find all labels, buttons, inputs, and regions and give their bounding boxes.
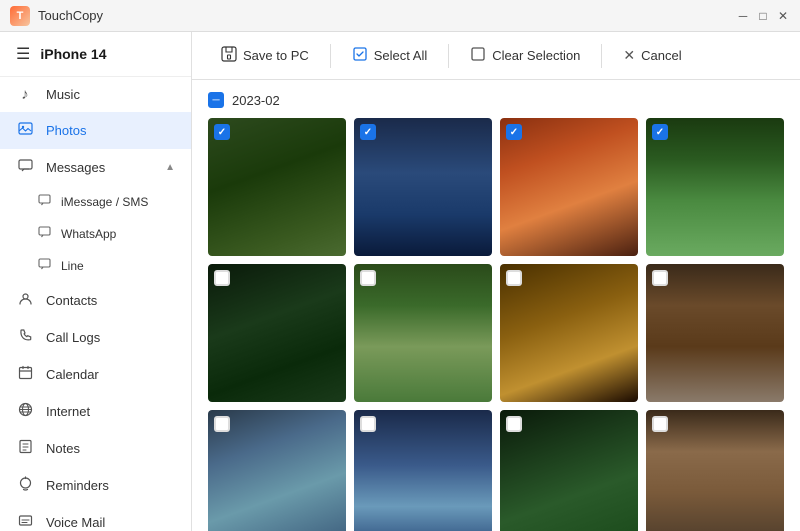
date-label: 2023-02 (232, 93, 280, 108)
photo-checkbox-12[interactable] (652, 416, 668, 432)
photo-cell-3[interactable] (500, 118, 638, 256)
photo-cell-9[interactable] (208, 410, 346, 531)
toolbar-separator-2 (448, 44, 449, 68)
clear-selection-label: Clear Selection (492, 48, 580, 63)
date-header: ─ 2023-02 (208, 92, 784, 108)
photo-cell-5[interactable] (208, 264, 346, 402)
sidebar: ☰ iPhone 14 ♪ Music Photos Messages ▲ iM… (0, 32, 192, 531)
photo-checkbox-7[interactable] (506, 270, 522, 286)
contacts-label: Contacts (46, 293, 175, 308)
calllogs-label: Call Logs (46, 330, 175, 345)
sidebar-header: ☰ iPhone 14 (0, 32, 191, 77)
clear-selection-icon (470, 46, 486, 65)
sidebar-item-reminders[interactable]: Reminders (0, 467, 191, 504)
date-group-checkbox[interactable]: ─ (208, 92, 224, 108)
titlebar: T TouchCopy ─ □ ✕ (0, 0, 800, 32)
sidebar-item-photos[interactable]: Photos (0, 112, 191, 149)
select-all-icon (352, 46, 368, 65)
messages-icon (16, 158, 34, 177)
select-all-label: Select All (374, 48, 427, 63)
toolbar-separator-1 (330, 44, 331, 68)
photo-checkbox-10[interactable] (360, 416, 376, 432)
sidebar-item-internet[interactable]: Internet (0, 393, 191, 430)
calllogs-icon (16, 328, 34, 347)
photo-cell-11[interactable] (500, 410, 638, 531)
whatsapp-icon (38, 226, 51, 242)
sidebar-item-calllogs[interactable]: Call Logs (0, 319, 191, 356)
photos-icon (16, 121, 34, 140)
photo-checkbox-11[interactable] (506, 416, 522, 432)
cancel-label: Cancel (641, 48, 681, 63)
photo-checkbox-5[interactable] (214, 270, 230, 286)
photo-checkbox-8[interactable] (652, 270, 668, 286)
toolbar: Save to PC Select All Clear Selection ✕ … (192, 32, 800, 80)
chevron-up-icon: ▲ (165, 162, 175, 173)
voicemail-icon (16, 513, 34, 531)
reminders-icon (16, 476, 34, 495)
notes-icon (16, 439, 34, 458)
window-controls: ─ □ ✕ (736, 9, 790, 23)
save-to-pc-button[interactable]: Save to PC (208, 39, 322, 72)
photo-checkbox-1[interactable] (214, 124, 230, 140)
save-icon (221, 46, 237, 65)
photo-checkbox-2[interactable] (360, 124, 376, 140)
date-group-2023-02: ─ 2023-02 (208, 92, 784, 531)
sidebar-label-messages: Messages (46, 160, 153, 175)
photo-cell-1[interactable] (208, 118, 346, 256)
photo-cell-4[interactable] (646, 118, 784, 256)
line-label: Line (61, 259, 84, 273)
photo-cell-10[interactable] (354, 410, 492, 531)
calendar-label: Calendar (46, 367, 175, 382)
line-icon (38, 258, 51, 274)
save-to-pc-label: Save to PC (243, 48, 309, 63)
app-logo: T (10, 6, 30, 26)
music-icon: ♪ (16, 86, 34, 103)
internet-icon (16, 402, 34, 421)
sidebar-item-music[interactable]: ♪ Music (0, 77, 191, 112)
photo-checkbox-9[interactable] (214, 416, 230, 432)
photo-checkbox-6[interactable] (360, 270, 376, 286)
sidebar-label-music: Music (46, 87, 175, 102)
photo-area: ─ 2023-02 (192, 80, 800, 531)
sidebar-label-photos: Photos (46, 123, 175, 138)
reminders-label: Reminders (46, 478, 175, 493)
whatsapp-label: WhatsApp (61, 227, 116, 241)
minimize-button[interactable]: ─ (736, 9, 750, 23)
voicemail-label: Voice Mail (46, 515, 175, 530)
app-name: TouchCopy (38, 8, 736, 23)
photo-cell-6[interactable] (354, 264, 492, 402)
notes-label: Notes (46, 441, 175, 456)
app-body: ☰ iPhone 14 ♪ Music Photos Messages ▲ iM… (0, 32, 800, 531)
close-button[interactable]: ✕ (776, 9, 790, 23)
device-name: iPhone 14 (40, 46, 106, 62)
maximize-button[interactable]: □ (756, 9, 770, 23)
imessage-label: iMessage / SMS (61, 195, 148, 209)
clear-selection-button[interactable]: Clear Selection (457, 39, 593, 72)
sidebar-item-calendar[interactable]: Calendar (0, 356, 191, 393)
imessage-icon (38, 194, 51, 210)
cancel-icon: ✕ (623, 47, 635, 64)
cancel-button[interactable]: ✕ Cancel (610, 40, 694, 71)
sidebar-item-line[interactable]: Line (0, 250, 191, 282)
photo-cell-7[interactable] (500, 264, 638, 402)
select-all-button[interactable]: Select All (339, 39, 440, 72)
contacts-icon (16, 291, 34, 310)
photo-cell-8[interactable] (646, 264, 784, 402)
sidebar-item-whatsapp[interactable]: WhatsApp (0, 218, 191, 250)
photo-checkbox-3[interactable] (506, 124, 522, 140)
sidebar-item-voicemail[interactable]: Voice Mail (0, 504, 191, 531)
photo-grid (208, 118, 784, 531)
main-content: Save to PC Select All Clear Selection ✕ … (192, 32, 800, 531)
sidebar-item-contacts[interactable]: Contacts (0, 282, 191, 319)
photo-cell-2[interactable] (354, 118, 492, 256)
sidebar-item-imessage[interactable]: iMessage / SMS (0, 186, 191, 218)
sidebar-item-notes[interactable]: Notes (0, 430, 191, 467)
hamburger-icon[interactable]: ☰ (16, 44, 30, 64)
toolbar-separator-3 (601, 44, 602, 68)
photo-checkbox-4[interactable] (652, 124, 668, 140)
photo-cell-12[interactable] (646, 410, 784, 531)
calendar-icon (16, 365, 34, 384)
internet-label: Internet (46, 404, 175, 419)
sidebar-item-messages[interactable]: Messages ▲ (0, 149, 191, 186)
